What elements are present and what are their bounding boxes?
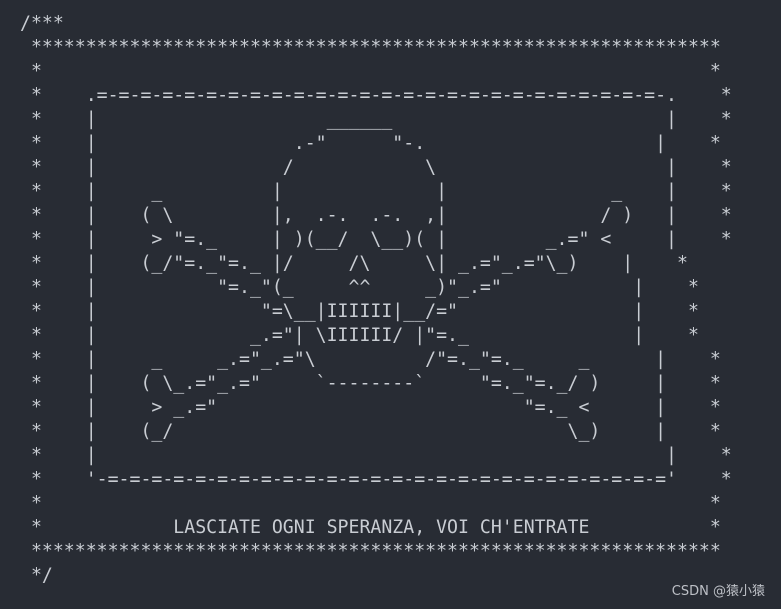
code-line-20: * '-=-=-=-=-=-=-=-=-=-=-=-=-=-=-=-=-=-=-… — [20, 469, 732, 490]
code-line-19: * | | * — [20, 445, 732, 466]
code-line-13: * | "=\__|IIIIII|__/=" | * — [20, 301, 699, 322]
code-line-15: * | _ _.="_.="\ /"=._"=._ _ | * — [20, 349, 721, 370]
code-line-12: * | "=._"(_ ^^ _)"_.=" | * — [20, 277, 699, 298]
code-line-2: ****************************************… — [20, 37, 721, 58]
csdn-watermark: CSDN @猿小猿 — [671, 584, 765, 599]
code-line-1: /*** — [20, 13, 64, 34]
code-line-18: * | (_/ \_) | * — [20, 421, 721, 442]
code-line-5: * | ______ | * — [20, 109, 732, 130]
code-line-23: ****************************************… — [20, 541, 721, 562]
code-line-3: * * — [20, 61, 721, 82]
code-line-22: * LASCIATE OGNI SPERANZA, VOI CH'ENTRATE… — [20, 517, 721, 538]
code-line-7: * | / \ | * — [20, 157, 732, 178]
code-line-21: * * — [20, 493, 721, 514]
code-line-24: */ — [20, 565, 53, 586]
code-line-10: * | > "=._ | )(__/ \__)( | _.=" < | * — [20, 229, 732, 250]
code-line-6: * | .-" "-. | * — [20, 133, 721, 154]
code-lines: /*** ***********************************… — [20, 12, 732, 588]
code-line-8: * | _ | | _ | * — [20, 181, 732, 202]
code-line-14: * | _.="| \IIIIII/ |"=._ | * — [20, 325, 699, 346]
code-line-16: * | ( \_.="_.=" `--------` "=._"=._/ ) |… — [20, 373, 721, 394]
code-line-4: * .=-=-=-=-=-=-=-=-=-=-=-=-=-=-=-=-=-=-=… — [20, 85, 732, 106]
code-editor-pane[interactable]: /*** ***********************************… — [0, 0, 781, 609]
code-line-11: * | (_/"=._"=._ |/ /\ \| _.="_.="\_) | * — [20, 253, 688, 274]
code-line-9: * | ( \ |, .-. .-. ,| / ) | * — [20, 205, 732, 226]
code-line-17: * | > _.=" "=._ < | * — [20, 397, 721, 418]
